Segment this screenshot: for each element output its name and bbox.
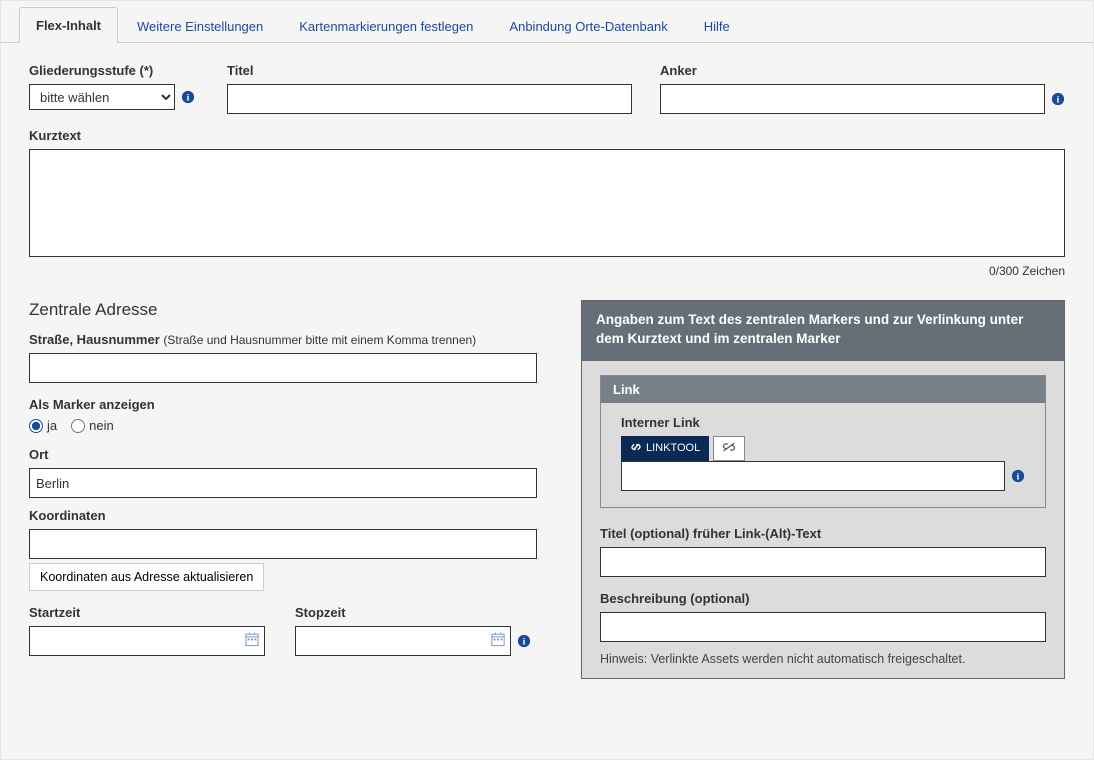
tab-kartenmarkierungen[interactable]: Kartenmarkierungen festlegen bbox=[282, 8, 490, 43]
kurztext-textarea[interactable] bbox=[29, 149, 1065, 257]
beschreibung-label: Beschreibung (optional) bbox=[600, 591, 1046, 606]
assets-hint: Hinweis: Verlinkte Assets werden nicht a… bbox=[600, 652, 1046, 666]
koordinaten-label: Koordinaten bbox=[29, 508, 537, 523]
koordinaten-update-button[interactable]: Koordinaten aus Adresse aktualisieren bbox=[29, 563, 264, 591]
unlink-icon bbox=[722, 441, 736, 456]
unlink-button[interactable] bbox=[713, 436, 745, 461]
stopzeit-input[interactable] bbox=[295, 626, 511, 656]
info-icon[interactable]: i bbox=[181, 90, 195, 104]
ort-input[interactable] bbox=[29, 468, 537, 498]
svg-text:i: i bbox=[187, 93, 190, 104]
marker-nein-radio[interactable]: nein bbox=[71, 418, 114, 433]
kurztext-char-count: 0/300 Zeichen bbox=[29, 264, 1065, 278]
anker-input[interactable] bbox=[660, 84, 1045, 114]
koordinaten-input[interactable] bbox=[29, 529, 537, 559]
form-container: Flex-Inhalt Weitere Einstellungen Karten… bbox=[0, 0, 1094, 760]
svg-text:i: i bbox=[1057, 95, 1060, 106]
titel-optional-input[interactable] bbox=[600, 547, 1046, 577]
titel-optional-label: Titel (optional) früher Link-(Alt)-Text bbox=[600, 526, 1046, 541]
tab-anbindung-orte[interactable]: Anbindung Orte-Datenbank bbox=[492, 8, 684, 43]
link-panel: Link Interner Link LINKTOOL bbox=[600, 375, 1046, 508]
ort-label: Ort bbox=[29, 447, 537, 462]
info-icon[interactable]: i bbox=[1011, 469, 1025, 483]
als-marker-label: Als Marker anzeigen bbox=[29, 397, 537, 412]
titel-input[interactable] bbox=[227, 84, 632, 114]
anker-label: Anker bbox=[660, 63, 1065, 78]
info-icon[interactable]: i bbox=[517, 634, 531, 648]
strasse-hint: (Straße und Hausnummer bitte mit einem K… bbox=[163, 333, 476, 347]
link-panel-head: Link bbox=[601, 376, 1045, 403]
tab-content: Gliederungsstufe (*) bitte wählen i Tite… bbox=[1, 43, 1093, 759]
kurztext-label: Kurztext bbox=[29, 128, 1065, 143]
gliederungsstufe-label: Gliederungsstufe (*) bbox=[29, 63, 199, 78]
titel-label: Titel bbox=[227, 63, 632, 78]
strasse-input[interactable] bbox=[29, 353, 537, 383]
info-icon[interactable]: i bbox=[1051, 92, 1065, 106]
tab-hilfe[interactable]: Hilfe bbox=[687, 8, 747, 43]
interner-link-input[interactable] bbox=[621, 461, 1005, 491]
tab-flex-inhalt[interactable]: Flex-Inhalt bbox=[19, 7, 118, 43]
stopzeit-label: Stopzeit bbox=[295, 605, 531, 620]
marker-ja-radio[interactable]: ja bbox=[29, 418, 57, 433]
interner-link-label: Interner Link bbox=[621, 415, 1025, 430]
gliederungsstufe-select[interactable]: bitte wählen bbox=[29, 84, 175, 110]
zentrale-adresse-title: Zentrale Adresse bbox=[29, 300, 537, 320]
startzeit-input[interactable] bbox=[29, 626, 265, 656]
link-icon bbox=[630, 441, 642, 456]
marker-panel: Angaben zum Text des zentralen Markers u… bbox=[581, 300, 1065, 679]
startzeit-label: Startzeit bbox=[29, 605, 265, 620]
strasse-label: Straße, Hausnummer (Straße und Hausnumme… bbox=[29, 332, 537, 347]
marker-panel-head: Angaben zum Text des zentralen Markers u… bbox=[582, 301, 1064, 361]
marker-nein-label: nein bbox=[89, 418, 114, 433]
beschreibung-input[interactable] bbox=[600, 612, 1046, 642]
linktool-button[interactable]: LINKTOOL bbox=[621, 436, 709, 461]
svg-text:i: i bbox=[1017, 471, 1020, 482]
marker-ja-label: ja bbox=[47, 418, 57, 433]
tab-bar: Flex-Inhalt Weitere Einstellungen Karten… bbox=[1, 1, 1093, 43]
svg-text:i: i bbox=[523, 637, 526, 648]
tab-weitere-einstellungen[interactable]: Weitere Einstellungen bbox=[120, 8, 280, 43]
